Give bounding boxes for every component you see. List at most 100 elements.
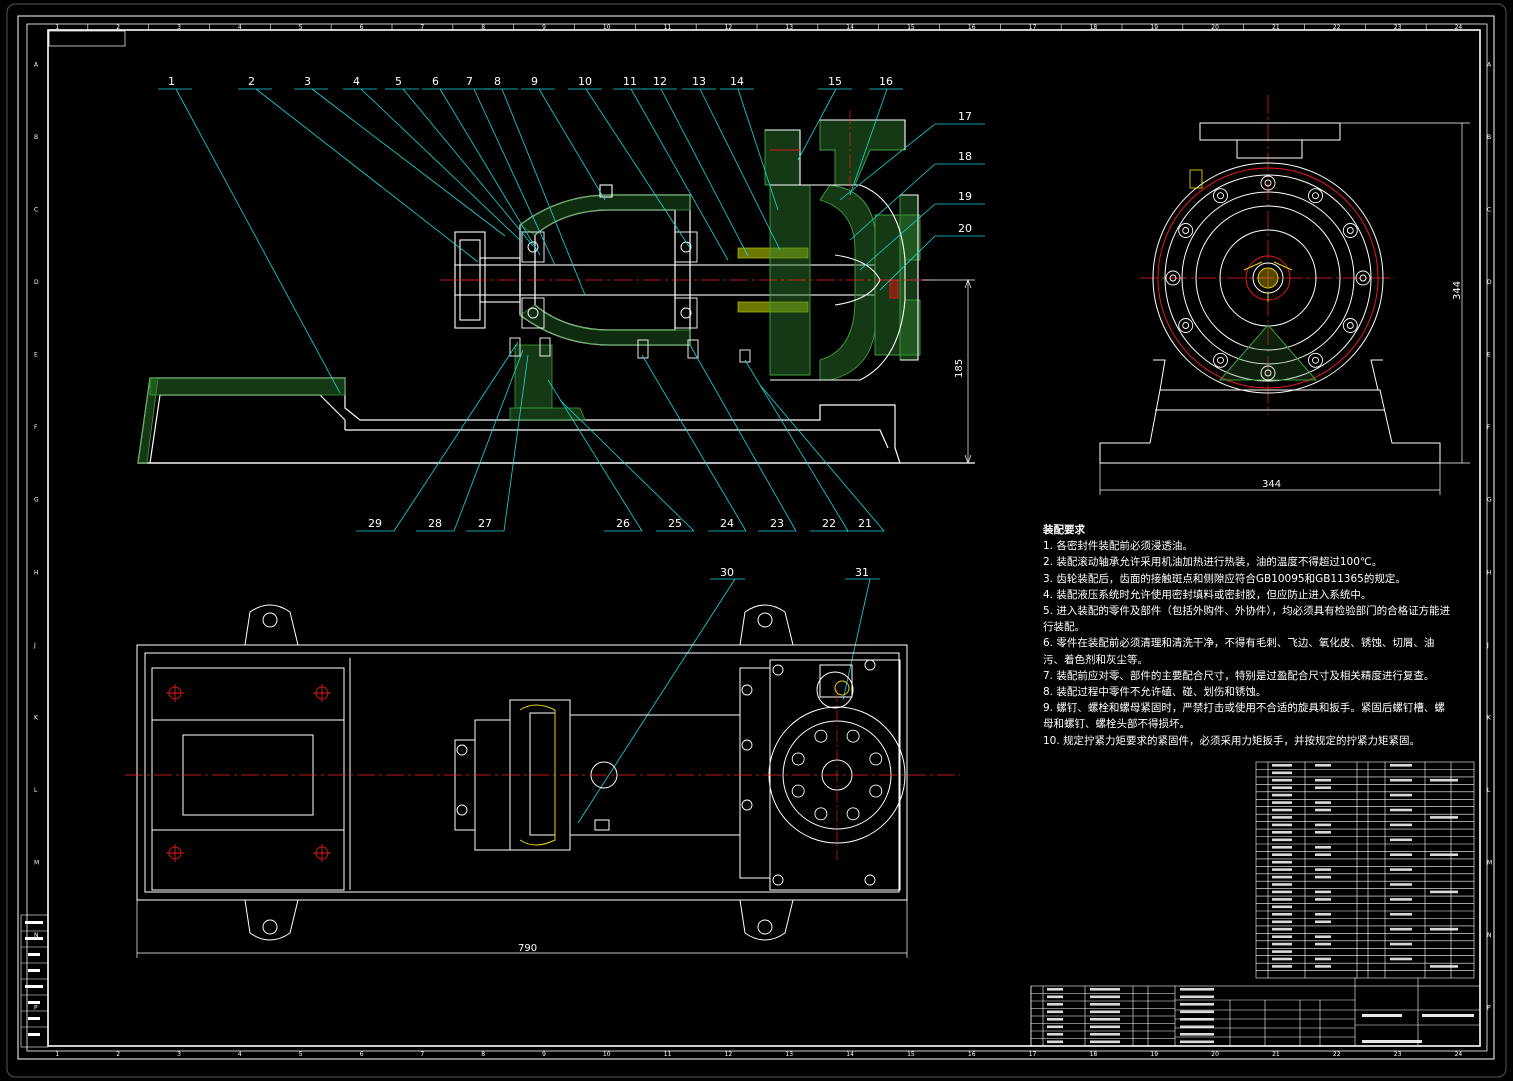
grid-number: 2 xyxy=(116,1051,120,1058)
assembly-note: 6. 零件在装配前必须清理和清洗干净，不得有毛刺、飞边、氧化皮、锈蚀、切屑、油污… xyxy=(1043,637,1435,666)
balloon-label: 19 xyxy=(958,190,972,203)
assembly-note: 3. 齿轮装配后，齿面的接触斑点和侧隙应符合GB10095和GB11365的规定… xyxy=(1043,572,1406,585)
balloon-label: 15 xyxy=(828,75,842,88)
assembly-note: 8. 装配过程中零件不允许磕、碰、划伤和锈蚀。 xyxy=(1043,686,1267,699)
grid-letter: E xyxy=(1487,352,1491,359)
grid-letter: C xyxy=(34,206,38,213)
grid-number: 19 xyxy=(1150,1051,1158,1058)
assembly-notes: 装配要求 1. 各密封件装配前必须浸透油。 2. 装配滚动轴承允许采用机油加热进… xyxy=(1043,522,1453,749)
grid-number: 24 xyxy=(1455,24,1463,31)
grid-number: 1 xyxy=(55,24,59,31)
grid-number: 14 xyxy=(846,24,854,31)
grid-letter: F xyxy=(34,424,38,431)
balloon-label: 12 xyxy=(653,75,667,88)
dimension-185-label: 185 xyxy=(954,359,965,378)
grid-letter: E xyxy=(34,352,38,359)
grid-letter: F xyxy=(1487,424,1491,431)
grid-number: 17 xyxy=(1029,24,1037,31)
grid-letter: H xyxy=(34,569,39,576)
grid-letter: P xyxy=(34,1005,38,1012)
grid-number: 10 xyxy=(603,1051,611,1058)
balloon-label: 13 xyxy=(692,75,706,88)
grid-number: 5 xyxy=(299,24,303,31)
balloon-label: 10 xyxy=(578,75,592,88)
grid-letter: B xyxy=(1487,134,1491,141)
grid-number: 7 xyxy=(420,24,424,31)
balloon-label: 29 xyxy=(368,517,382,530)
balloon-label: 3 xyxy=(304,75,311,88)
grid-number: 3 xyxy=(177,1051,181,1058)
balloon-label: 28 xyxy=(428,517,442,530)
grid-letter: J xyxy=(1486,642,1489,649)
assembly-note: 1. 各密封件装配前必须浸透油。 xyxy=(1043,540,1193,553)
balloon-label: 14 xyxy=(730,75,744,88)
grid-number: 15 xyxy=(907,1051,915,1058)
grid-letter: M xyxy=(34,860,39,867)
grid-number: 14 xyxy=(846,1051,854,1058)
grid-number: 19 xyxy=(1150,24,1158,31)
grid-number: 12 xyxy=(725,24,733,31)
assembly-note: 2. 装配滚动轴承允许采用机油加热进行热装，油的温度不得超过100℃。 xyxy=(1043,556,1383,569)
grid-number: 23 xyxy=(1394,24,1402,31)
grid-number: 9 xyxy=(542,1051,546,1058)
grid-letter: H xyxy=(1487,569,1492,576)
grid-number: 6 xyxy=(360,24,364,31)
balloon-label: 22 xyxy=(822,517,836,530)
grid-number: 13 xyxy=(785,1051,793,1058)
grid-number: 18 xyxy=(1090,24,1098,31)
grid-number: 2 xyxy=(116,24,120,31)
assembly-note: 7. 装配前应对零、部件的主要配合尺寸，特别是过盈配合尺寸及相关精度进行复查。 xyxy=(1043,669,1435,682)
balloon-label: 20 xyxy=(958,222,972,235)
assembly-notes-title: 装配要求 xyxy=(1043,524,1085,536)
balloon-label: 26 xyxy=(616,517,630,530)
balloon-label: 30 xyxy=(720,566,734,579)
grid-number: 4 xyxy=(238,1051,242,1058)
grid-number: 20 xyxy=(1211,1051,1219,1058)
balloon-label: 9 xyxy=(531,75,538,88)
grid-number: 10 xyxy=(603,24,611,31)
grid-number: 20 xyxy=(1211,24,1219,31)
grid-number: 16 xyxy=(968,24,976,31)
grid-number: 5 xyxy=(299,1051,303,1058)
grid-number: 4 xyxy=(238,24,242,31)
grid-number: 15 xyxy=(907,24,915,31)
balloon-label: 6 xyxy=(432,75,439,88)
grid-number: 24 xyxy=(1455,1051,1463,1058)
grid-number: 11 xyxy=(664,24,672,31)
grid-number: 13 xyxy=(785,24,793,31)
balloon-label: 23 xyxy=(770,517,784,530)
balloon-label: 16 xyxy=(879,75,893,88)
grid-number: 17 xyxy=(1029,1051,1037,1058)
balloon-label: 21 xyxy=(858,517,872,530)
grid-number: 11 xyxy=(664,1051,672,1058)
grid-number: 22 xyxy=(1333,24,1341,31)
balloon-label: 18 xyxy=(958,150,972,163)
grid-letter: M xyxy=(1487,860,1492,867)
grid-number: 21 xyxy=(1272,1051,1280,1058)
dimension-344-horizontal-label: 344 xyxy=(1262,479,1281,490)
grid-letter: G xyxy=(1487,497,1492,504)
grid-number: 8 xyxy=(481,1051,485,1058)
grid-number: 22 xyxy=(1333,1051,1341,1058)
grid-number: 3 xyxy=(177,24,181,31)
dimension-344-vertical-label: 344 xyxy=(1452,281,1463,300)
grid-number: 7 xyxy=(420,1051,424,1058)
grid-number: 12 xyxy=(725,1051,733,1058)
grid-number: 1 xyxy=(55,1051,59,1058)
grid-number: 6 xyxy=(360,1051,364,1058)
grid-letter: P xyxy=(1487,1005,1491,1012)
assembly-note: 10. 规定拧紧力矩要求的紧固件，必须采用力矩扳手，并按规定的拧紧力矩紧固。 xyxy=(1043,734,1421,747)
grid-letter: C xyxy=(1487,206,1491,213)
balloon-label: 11 xyxy=(623,75,637,88)
balloon-label: 5 xyxy=(395,75,402,88)
balloon-label: 7 xyxy=(466,75,473,88)
grid-letter: D xyxy=(1487,279,1492,286)
grid-letter: B xyxy=(34,134,38,141)
assembly-note: 9. 螺钉、螺栓和螺母紧固时，严禁打击或使用不合适的旋具和扳手。紧固后螺钉槽、螺… xyxy=(1043,702,1445,731)
grid-letter: G xyxy=(34,497,39,504)
grid-number: 23 xyxy=(1394,1051,1402,1058)
balloon-label: 24 xyxy=(720,517,734,530)
balloon-label: 31 xyxy=(855,566,869,579)
assembly-note: 5. 进入装配的零件及部件（包括外购件、外协件），均必须具有检验部门的合格证方能… xyxy=(1043,605,1451,634)
grid-number: 18 xyxy=(1090,1051,1098,1058)
